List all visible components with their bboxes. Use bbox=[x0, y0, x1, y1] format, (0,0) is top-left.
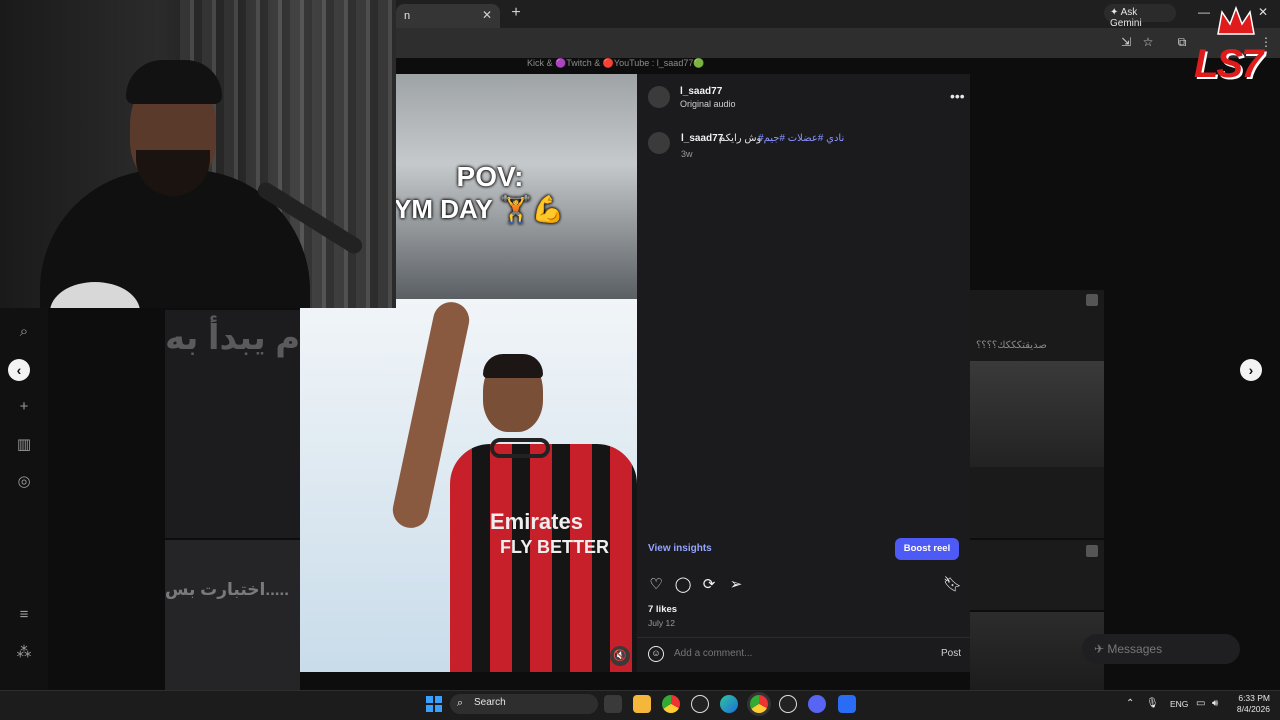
grid-tile[interactable] bbox=[970, 540, 1104, 610]
taskbar-search-label: Search bbox=[474, 697, 506, 708]
side-navigation bbox=[0, 300, 48, 690]
share-icon[interactable]: ➢ bbox=[727, 576, 745, 594]
post-comment-button[interactable]: Post bbox=[941, 648, 961, 659]
avatar[interactable] bbox=[648, 132, 670, 154]
emoji-icon[interactable]: ☺ bbox=[648, 646, 664, 662]
jersey-slogan: FLY BETTER bbox=[500, 537, 610, 557]
browser-tab[interactable]: n ✕ bbox=[396, 4, 500, 28]
grid-tile-caption: صديقتكككك؟؟؟؟ bbox=[976, 340, 1047, 351]
steam-icon[interactable] bbox=[691, 695, 709, 713]
view-insights-link[interactable]: View insights bbox=[648, 543, 712, 554]
reel-person-hair bbox=[483, 354, 543, 378]
obs-icon[interactable] bbox=[779, 695, 797, 713]
grid-tile[interactable] bbox=[165, 540, 300, 690]
avatar[interactable] bbox=[648, 86, 670, 108]
new-tab-button[interactable]: + bbox=[506, 5, 526, 23]
grid-tile-caption: اختبارت بس..... bbox=[165, 580, 289, 599]
messages-button[interactable]: ✈ Messages bbox=[1082, 634, 1240, 664]
chrome-active-icon[interactable] bbox=[750, 695, 768, 713]
install-app-icon[interactable]: ⇲ bbox=[1118, 35, 1134, 51]
volume-icon[interactable]: 🔊︎ bbox=[1212, 698, 1218, 709]
post-username[interactable]: l_saad77 bbox=[680, 86, 722, 97]
reel-jersey bbox=[450, 444, 637, 672]
insights-icon[interactable]: ▥ bbox=[14, 435, 34, 455]
logo-text: LS7 bbox=[1194, 42, 1263, 86]
more-menu-icon[interactable]: ≡ bbox=[14, 606, 34, 626]
comment-icon[interactable]: ◯ bbox=[674, 576, 692, 594]
reel-badge-icon bbox=[1086, 545, 1098, 557]
gemini-sparkle-icon: ✦ bbox=[1110, 7, 1121, 18]
audio-link[interactable]: Original audio bbox=[680, 99, 736, 109]
edge-icon[interactable] bbox=[720, 695, 738, 713]
jersey-sponsor: Emirates bbox=[490, 509, 583, 534]
create-icon[interactable]: + bbox=[14, 398, 34, 418]
grid-tile-photo bbox=[970, 361, 1104, 467]
chrome-icon[interactable] bbox=[662, 695, 680, 713]
tab-title: n bbox=[404, 10, 411, 22]
language-indicator[interactable]: ENG bbox=[1170, 699, 1188, 709]
more-options-icon[interactable]: ••• bbox=[950, 88, 965, 104]
messages-icon: ✈ bbox=[1094, 642, 1108, 656]
comment-input[interactable] bbox=[674, 648, 894, 659]
messages-label: Messages bbox=[1107, 642, 1163, 656]
boost-reel-button[interactable]: Boost reel bbox=[895, 538, 959, 560]
clock-date[interactable]: 8/4/2026 bbox=[1230, 704, 1270, 714]
search-icon: ⌕ bbox=[457, 697, 464, 709]
search-icon[interactable]: ⌕ bbox=[14, 323, 34, 343]
webcam-hair bbox=[126, 60, 222, 104]
file-explorer-icon[interactable] bbox=[633, 695, 651, 713]
post-date: July 12 bbox=[648, 618, 675, 628]
ask-gemini-button[interactable]: ✦ Ask Gemini bbox=[1104, 4, 1176, 29]
likes-count[interactable]: 7 likes bbox=[648, 604, 677, 615]
repost-icon[interactable]: ⟳ bbox=[700, 576, 718, 594]
extensions-icon[interactable]: ⧉ bbox=[1174, 35, 1190, 51]
reel-badge-icon bbox=[1086, 294, 1098, 306]
stream-banner: Kick & 🟣Twitch & 🔴YouTube : l_saad77🟢 bbox=[527, 58, 705, 68]
caption-text: وش رايكم bbox=[719, 133, 762, 144]
tray-overflow-icon[interactable]: ⌃ bbox=[1126, 698, 1134, 709]
caption-username[interactable]: l_saad77 bbox=[681, 133, 723, 144]
microphone-icon[interactable]: 🎙︎ bbox=[1146, 698, 1159, 709]
reel-overlay-text: YM DAY 🏋️💪 bbox=[394, 194, 565, 224]
bookmark-star-icon[interactable]: ☆ bbox=[1140, 35, 1156, 51]
clock-time[interactable]: 6:33 PM bbox=[1236, 693, 1270, 703]
task-view-icon[interactable] bbox=[604, 695, 622, 713]
discord-icon[interactable] bbox=[808, 695, 826, 713]
also-from-meta-icon[interactable]: ⁂ bbox=[14, 643, 34, 663]
grid-tile-caption: م يبدأ به bbox=[165, 319, 301, 357]
app-icon[interactable] bbox=[838, 695, 856, 713]
previous-post-button[interactable]: ‹ bbox=[8, 359, 30, 381]
caption-hashtags[interactable]: #نادي #عضلات #جيم bbox=[758, 133, 844, 144]
webcam-overlay bbox=[0, 0, 396, 308]
like-heart-icon[interactable]: ♡ bbox=[647, 576, 665, 594]
headphones bbox=[490, 438, 550, 458]
windows-start-icon[interactable] bbox=[426, 696, 442, 712]
caption-timestamp: 3w bbox=[681, 149, 693, 159]
network-icon[interactable]: ▭ bbox=[1196, 698, 1205, 709]
mute-icon[interactable]: 🔇 bbox=[610, 646, 630, 666]
next-post-button[interactable]: › bbox=[1240, 359, 1262, 381]
channel-logo: LS7 bbox=[1192, 6, 1276, 106]
taskbar-search[interactable]: Search bbox=[450, 694, 598, 714]
tab-close-icon[interactable]: ✕ bbox=[482, 8, 492, 22]
crown-icon bbox=[1217, 6, 1255, 35]
save-bookmark-icon[interactable]: 🔖︎ bbox=[943, 576, 962, 594]
threads-icon[interactable]: ◎ bbox=[14, 472, 34, 492]
